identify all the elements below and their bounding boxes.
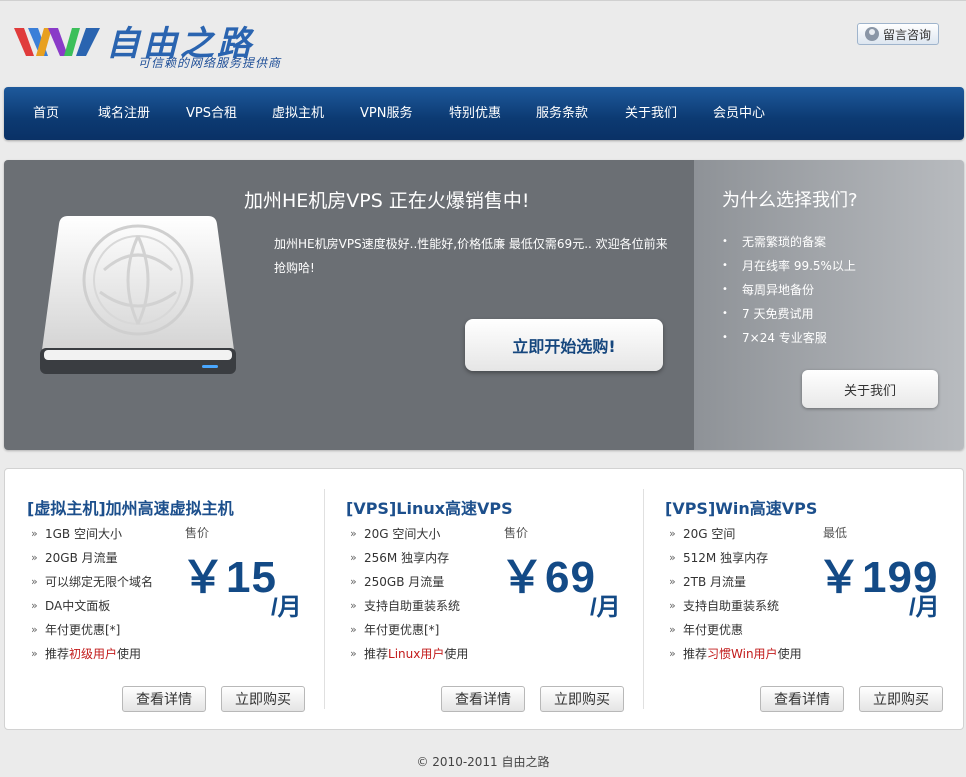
nav-item-vps-share[interactable]: VPS合租 xyxy=(186,87,237,140)
why-item: 月在线率 99.5%以上 xyxy=(722,254,856,278)
user-icon xyxy=(864,27,879,41)
price-unit: /月 xyxy=(271,594,302,621)
why-us-panel: 为什么选择我们? 无需繁琐的备案 月在线率 99.5%以上 每周异地备份 7 天… xyxy=(694,160,964,450)
feature-item: 250GB 月流量 xyxy=(350,570,468,594)
feature-item: DA中文面板 xyxy=(31,594,153,618)
feature-item: 支持自助重装系统 xyxy=(669,594,802,618)
view-details-button[interactable]: 查看详情 xyxy=(122,686,206,712)
feature-item: 256M 独享内存 xyxy=(350,546,468,570)
view-details-button[interactable]: 查看详情 xyxy=(441,686,525,712)
feature-item: 年付更优惠[*] xyxy=(31,618,153,642)
price-label: 最低 xyxy=(823,526,848,540)
main-nav: 首页 域名注册 VPS合租 虚拟主机 VPN服务 特别优惠 服务条款 关于我们 … xyxy=(4,87,964,140)
product-card-hosting: [虚拟主机]加州高速虚拟主机 1GB 空间大小 20GB 月流量 可以绑定无限个… xyxy=(5,469,323,729)
product-card-linux-vps: [VPS]Linux高速VPS 20G 空间大小 256M 独享内存 250GB… xyxy=(324,469,642,729)
feature-item: 年付更优惠 xyxy=(669,618,802,642)
why-item: 无需繁琐的备案 xyxy=(722,230,856,254)
feature-item: 20G 空间大小 xyxy=(350,522,468,546)
buy-now-button[interactable]: 立即购买 xyxy=(859,686,943,712)
feature-item-recommend: 推荐Linux用户使用 xyxy=(350,642,468,666)
top-border xyxy=(0,0,966,1)
product-title[interactable]: [VPS]Linux高速VPS xyxy=(346,495,513,519)
why-title: 为什么选择我们? xyxy=(722,190,858,211)
site-logo[interactable]: 自由之路 可信赖的网络服务提供商 xyxy=(14,16,304,74)
feature-item: 2TB 月流量 xyxy=(669,570,802,594)
price-label: 售价 xyxy=(185,526,210,540)
buy-now-button[interactable]: 立即购买 xyxy=(540,686,624,712)
price-value: ￥69 xyxy=(500,553,596,602)
nav-item-vpn[interactable]: VPN服务 xyxy=(360,87,412,140)
feature-item-recommend: 推荐习惯Win用户使用 xyxy=(669,642,802,666)
nav-item-hosting[interactable]: 虚拟主机 xyxy=(272,87,324,140)
feature-item: 20GB 月流量 xyxy=(31,546,153,570)
why-item: 7×24 专业客服 xyxy=(722,326,856,350)
price-label: 售价 xyxy=(504,526,529,540)
product-title[interactable]: [VPS]Win高速VPS xyxy=(665,495,817,519)
why-item: 每周异地备份 xyxy=(722,278,856,302)
feature-list: 20G 空间大小 256M 独享内存 250GB 月流量 支持自助重装系统 年付… xyxy=(350,522,468,666)
product-title[interactable]: [虚拟主机]加州高速虚拟主机 xyxy=(27,495,234,519)
about-us-button[interactable]: 关于我们 xyxy=(802,370,938,408)
nav-item-domain[interactable]: 域名注册 xyxy=(98,87,150,140)
buy-now-button[interactable]: 立即购买 xyxy=(221,686,305,712)
feature-item: 年付更优惠[*] xyxy=(350,618,468,642)
hero-promo: 加州HE机房VPS 正在火爆销售中! 加州HE机房VPS速度极好..性能好,价格… xyxy=(4,160,694,450)
nav-item-about[interactable]: 关于我们 xyxy=(625,87,677,140)
view-details-button[interactable]: 查看详情 xyxy=(760,686,844,712)
product-card-win-vps: [VPS]Win高速VPS 20G 空间 512M 独享内存 2TB 月流量 支… xyxy=(643,469,961,729)
hero-description: 加州HE机房VPS速度极好..性能好,价格低廉 最低仅需69元.. 欢迎各位前来… xyxy=(274,237,668,275)
feature-item: 可以绑定无限个域名 xyxy=(31,570,153,594)
hero-title: 加州HE机房VPS 正在火爆销售中! xyxy=(244,190,530,212)
feature-item: 20G 空间 xyxy=(669,522,802,546)
logo-w-icon xyxy=(14,28,100,56)
consult-label: 留言咨询 xyxy=(882,27,931,42)
feature-item-recommend: 推荐初级用户使用 xyxy=(31,642,153,666)
product-panel: [虚拟主机]加州高速虚拟主机 1GB 空间大小 20GB 月流量 可以绑定无限个… xyxy=(4,468,964,730)
start-shopping-button[interactable]: 立即开始选购! xyxy=(465,319,663,371)
price-value: ￥15 xyxy=(181,553,277,602)
feature-list: 20G 空间 512M 独享内存 2TB 月流量 支持自助重装系统 年付更优惠 … xyxy=(669,522,802,666)
why-list: 无需繁琐的备案 月在线率 99.5%以上 每周异地备份 7 天免费试用 7×24… xyxy=(722,230,856,350)
price-unit: /月 xyxy=(590,594,621,621)
footer-copyright: © 2010-2011 自由之路 xyxy=(416,755,550,769)
nav-item-terms[interactable]: 服务条款 xyxy=(536,87,588,140)
price-unit: /月 xyxy=(909,594,940,621)
nav-item-offers[interactable]: 特别优惠 xyxy=(449,87,501,140)
feature-list: 1GB 空间大小 20GB 月流量 可以绑定无限个域名 DA中文面板 年付更优惠… xyxy=(31,522,153,666)
feature-item: 支持自助重装系统 xyxy=(350,594,468,618)
feature-item: 512M 独享内存 xyxy=(669,546,802,570)
hard-drive-icon xyxy=(40,216,236,374)
logo-subtitle: 可信赖的网络服务提供商 xyxy=(138,56,282,70)
consult-button[interactable]: 留言咨询 xyxy=(857,23,939,45)
nav-item-member[interactable]: 会员中心 xyxy=(713,87,765,140)
hero-banner: 加州HE机房VPS 正在火爆销售中! 加州HE机房VPS速度极好..性能好,价格… xyxy=(4,160,964,450)
feature-item: 1GB 空间大小 xyxy=(31,522,153,546)
why-item: 7 天免费试用 xyxy=(722,302,856,326)
nav-item-home[interactable]: 首页 xyxy=(33,87,59,140)
